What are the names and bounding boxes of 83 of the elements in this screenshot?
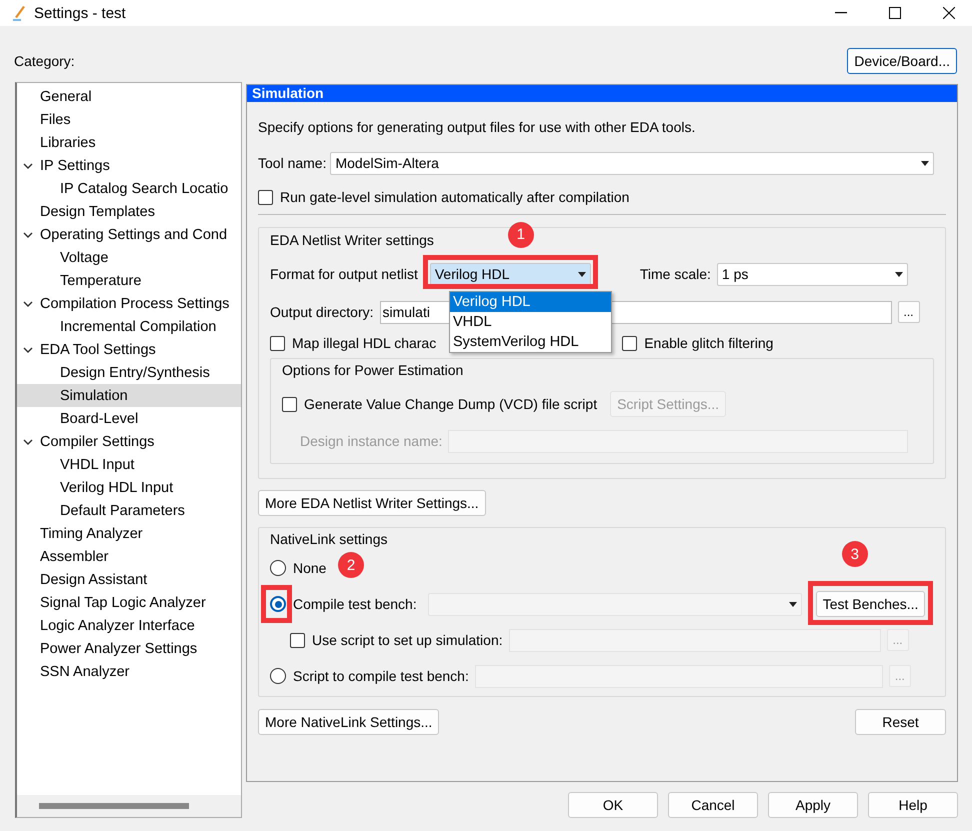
tool-name-label: Tool name: xyxy=(258,155,326,171)
tree-item[interactable]: VHDL Input xyxy=(17,453,241,476)
dialog-button[interactable]: Cancel xyxy=(668,792,758,818)
tree-item[interactable]: Compiler Settings xyxy=(17,430,241,453)
caret-icon xyxy=(578,272,586,276)
device-board-button[interactable]: Device/Board... xyxy=(847,48,957,74)
tree-item[interactable]: Timing Analyzer xyxy=(17,522,241,545)
dialog-button[interactable]: Help xyxy=(868,792,958,818)
caret-icon xyxy=(788,602,797,606)
tree-item[interactable]: IP Catalog Search Locatio xyxy=(17,177,241,200)
radio-label: Compile test bench: xyxy=(293,596,417,612)
highlight-frame xyxy=(261,585,292,623)
tree-item[interactable]: Signal Tap Logic Analyzer xyxy=(17,591,241,614)
test-benches-button[interactable]: Test Benches... xyxy=(816,591,926,617)
reset-button[interactable]: Reset xyxy=(855,709,946,735)
group-title: EDA Netlist Writer settings xyxy=(270,231,434,250)
tree-item[interactable]: Default Parameters xyxy=(17,499,241,522)
radio-button[interactable] xyxy=(270,560,286,576)
time-scale-dropdown[interactable]: 1 ps xyxy=(716,262,908,286)
output-directory-label: Output directory: xyxy=(270,304,374,320)
checkbox-label: Enable glitch filtering xyxy=(644,335,774,351)
category-label: Category: xyxy=(14,53,75,69)
tree-item[interactable]: Power Analyzer Settings xyxy=(17,637,241,660)
checkbox-label: Run gate-level simulation automatically after compilation xyxy=(280,189,630,205)
tree-item[interactable]: Board-Level xyxy=(17,407,241,430)
checkbox[interactable] xyxy=(258,190,273,204)
checkbox[interactable] xyxy=(270,336,285,350)
checkbox[interactable] xyxy=(290,632,305,648)
tree-item[interactable]: Simulation xyxy=(17,384,241,407)
description-text: Specify options for generating output files for use with other EDA tools. xyxy=(258,119,696,135)
close-icon[interactable] xyxy=(943,7,955,19)
caret-icon xyxy=(921,160,930,166)
dialog-button[interactable]: OK xyxy=(568,792,658,818)
group-title: NativeLink settings xyxy=(270,530,388,549)
tool-name-dropdown[interactable]: ModelSim-Altera xyxy=(330,152,934,174)
tree-item[interactable]: Incremental Compilation xyxy=(17,315,241,338)
tree-item[interactable]: Assembler xyxy=(17,545,241,568)
panel-title: Simulation xyxy=(247,85,957,102)
time-scale-label: Time scale: xyxy=(640,266,711,282)
browse-button[interactable]: ... xyxy=(898,301,920,323)
more-netlist-settings-button[interactable]: More EDA Netlist Writer Settings... xyxy=(258,490,486,516)
checkbox[interactable] xyxy=(622,336,638,350)
radio-label: None xyxy=(293,560,326,576)
checkbox[interactable] xyxy=(282,396,297,412)
dropdown-option[interactable]: SystemVerilog HDL xyxy=(450,332,611,352)
tree-item[interactable]: IP Settings xyxy=(17,154,241,177)
step-badge: 3 xyxy=(842,541,868,567)
dropdown-option[interactable]: Verilog HDL xyxy=(450,292,611,312)
tree-item[interactable]: Design Entry/Synthesis xyxy=(17,361,241,384)
radio-label: Script to compile test bench: xyxy=(293,668,469,684)
more-nativelink-settings-button[interactable]: More NativeLink Settings... xyxy=(258,709,440,735)
maximize-icon[interactable] xyxy=(889,7,901,19)
tree-item[interactable]: Operating Settings and Cond xyxy=(17,223,241,246)
tree-item[interactable]: Design Templates xyxy=(17,200,241,223)
tree-item[interactable]: Design Assistant xyxy=(17,568,241,591)
tree-item[interactable]: General xyxy=(17,85,241,108)
design-instance-label: Design instance name: xyxy=(300,433,442,449)
minimize-icon[interactable] xyxy=(835,12,847,14)
tree-item[interactable]: Voltage xyxy=(17,246,241,269)
checkbox-label: Use script to set up simulation: xyxy=(312,632,503,648)
checkbox-label: Map illegal HDL charac xyxy=(292,335,436,351)
checkbox-label: Generate Value Change Dump (VCD) file script xyxy=(304,396,598,412)
tree-item[interactable]: Verilog HDL Input xyxy=(17,476,241,499)
step-badge: 1 xyxy=(508,222,534,248)
tree-item[interactable]: Logic Analyzer Interface xyxy=(17,614,241,637)
tree-item[interactable]: EDA Tool Settings xyxy=(17,338,241,361)
caret-icon xyxy=(894,272,903,276)
group-title: Options for Power Estimation xyxy=(282,361,464,380)
dropdown-option[interactable]: VHDL xyxy=(450,312,611,332)
format-label: Format for output netlist xyxy=(270,266,418,282)
window-title: Settings - test xyxy=(34,4,127,22)
step-badge: 2 xyxy=(338,552,364,578)
dialog-button[interactable]: Apply xyxy=(768,792,858,818)
radio-button[interactable] xyxy=(270,596,286,612)
tree-item[interactable]: Temperature xyxy=(17,269,241,292)
radio-button[interactable] xyxy=(270,668,286,684)
pencil-icon xyxy=(12,5,26,21)
tree-item[interactable]: SSN Analyzer xyxy=(17,660,241,683)
tree-item[interactable]: Files xyxy=(17,108,241,131)
format-dropdown[interactable]: Verilog HDL xyxy=(430,262,591,286)
tree-item[interactable]: Compilation Process Settings xyxy=(17,292,241,315)
horizontal-scrollbar[interactable] xyxy=(17,795,241,817)
tree-item[interactable]: Libraries xyxy=(17,131,241,154)
